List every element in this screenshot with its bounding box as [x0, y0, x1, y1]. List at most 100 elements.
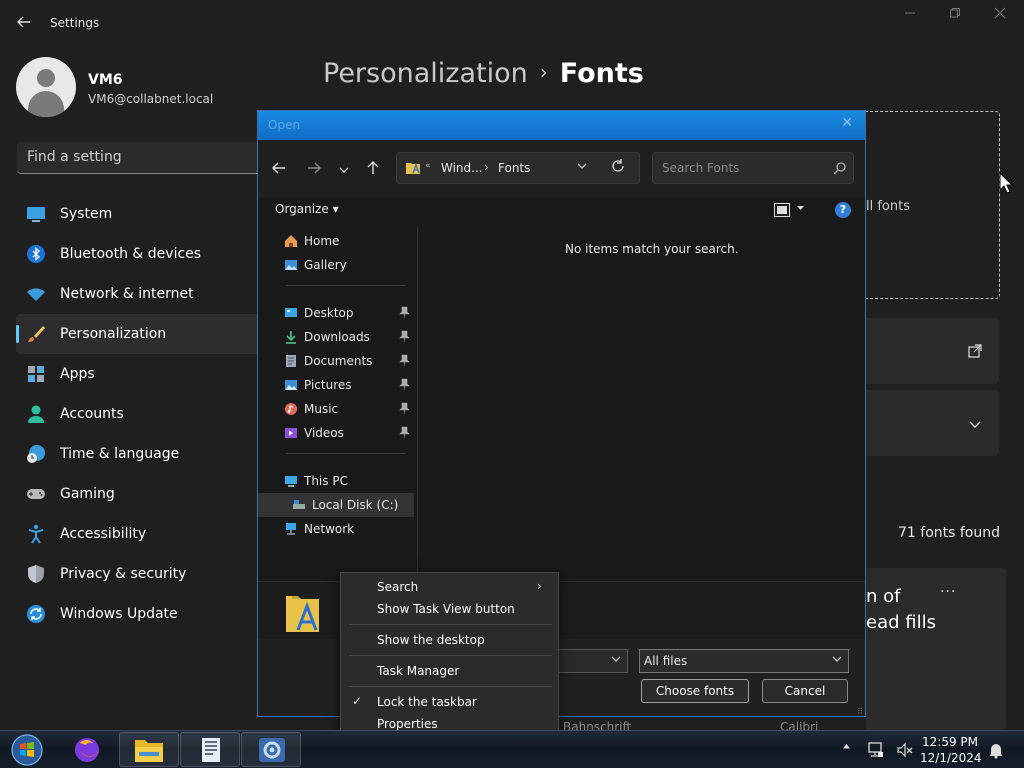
menu-item-show-task-view[interactable]: Show Task View button [341, 598, 558, 620]
external-link-icon [968, 344, 982, 358]
sidebar-item-accounts[interactable]: Accounts [16, 394, 266, 434]
refresh-button[interactable] [611, 159, 625, 177]
refresh-icon [612, 159, 624, 172]
sidebar-item-system[interactable]: System [16, 194, 266, 234]
volume-muted-icon[interactable] [896, 741, 914, 759]
address-segment-windows[interactable]: Wind... [441, 161, 483, 175]
address-dropdown[interactable] [577, 161, 587, 174]
restore-button[interactable] [935, 6, 975, 26]
menu-item-lock-taskbar[interactable]: ✓ Lock the taskbar [341, 691, 558, 713]
address-separator[interactable]: › [484, 160, 489, 174]
tree-item-this-pc[interactable]: This PC [258, 469, 414, 493]
tree-item-label: Documents [304, 354, 373, 368]
local-disk-icon [293, 500, 305, 509]
start-button-icon[interactable] [8, 732, 46, 768]
breadcrumb-parent[interactable]: Personalization [323, 58, 528, 89]
pictures-icon [285, 380, 297, 390]
pin-icon[interactable] [399, 306, 410, 318]
pin-icon[interactable] [399, 378, 410, 390]
mouse-cursor-icon [999, 172, 1013, 194]
taskbar-clock[interactable]: 12:59 PM 12/1/2024 [920, 734, 982, 766]
recent-locations-button[interactable] [334, 160, 354, 180]
close-button[interactable] [980, 6, 1020, 26]
search-input[interactable]: Find a setting [17, 142, 277, 174]
sidebar-item-accessibility[interactable]: Accessibility [16, 514, 266, 554]
dialog-search-input[interactable]: Search Fonts [652, 152, 854, 184]
filename-dropdown[interactable] [611, 654, 621, 667]
view-mode-icon[interactable] [774, 203, 790, 217]
choose-fonts-button[interactable]: Choose fonts [641, 679, 749, 703]
tree-item-downloads[interactable]: Downloads [258, 325, 414, 349]
documents-icon [286, 355, 296, 367]
sidebar-item-windows-update[interactable]: Windows Update [16, 594, 266, 634]
file-type-dropdown[interactable] [832, 654, 842, 667]
file-list-pane[interactable]: No items match your search. [419, 227, 865, 581]
breadcrumb-separator: › [539, 60, 548, 84]
tree-item-home[interactable]: Home [258, 229, 414, 253]
tree-item-music[interactable]: Music [258, 397, 414, 421]
network-tray-icon[interactable] [866, 741, 884, 759]
sidebar-item-time-language[interactable]: Time & language [16, 434, 266, 474]
menu-item-label: Lock the taskbar [377, 695, 477, 709]
avatar[interactable] [16, 57, 76, 117]
taskbar-firefox[interactable] [60, 732, 120, 767]
tree-item-desktop[interactable]: Desktop [258, 301, 414, 325]
pin-icon[interactable] [399, 354, 410, 366]
pin-icon[interactable] [399, 426, 410, 438]
address-segment-fonts[interactable]: Fonts [498, 161, 530, 175]
nav-forward-button[interactable] [304, 160, 324, 180]
dialog-close-button[interactable]: ✕ [841, 115, 853, 131]
sidebar-item-label: Bluetooth & devices [60, 246, 202, 262]
sidebar-item-privacy-security[interactable]: Privacy & security [16, 554, 266, 594]
close-icon [994, 7, 1006, 19]
breadcrumb: Personalization › Fonts [323, 58, 644, 89]
organize-button[interactable]: Organize ▾ [275, 202, 339, 216]
fonts-folder-icon [286, 596, 319, 632]
tree-divider [286, 453, 406, 454]
nav-back-button[interactable] [269, 160, 289, 180]
address-bar[interactable]: « Wind... › Fonts [396, 152, 640, 184]
back-button[interactable] [14, 14, 34, 34]
sidebar-item-gaming[interactable]: Gaming [16, 474, 266, 514]
more-options-icon[interactable]: ··· [940, 584, 956, 600]
help-icon[interactable]: ? [835, 202, 851, 218]
tree-item-pictures[interactable]: Pictures [258, 373, 414, 397]
filename-input[interactable] [554, 649, 628, 673]
cancel-button[interactable]: Cancel [762, 679, 848, 703]
tree-item-gallery[interactable]: Gallery [258, 253, 414, 277]
font-preview-line: ead fills [866, 612, 936, 633]
taskbar-file-explorer[interactable] [119, 732, 179, 767]
file-type-select[interactable]: All files [639, 649, 849, 673]
address-overflow[interactable]: « [425, 161, 431, 171]
sidebar-item-personalization[interactable]: Personalization [16, 314, 266, 354]
notification-bell-icon[interactable] [987, 741, 1005, 759]
update-icon [27, 605, 45, 623]
user-name: VM6 [88, 72, 123, 88]
tree-item-videos[interactable]: Videos [258, 421, 414, 445]
view-dropdown[interactable] [796, 203, 805, 215]
minimize-button[interactable] [890, 6, 930, 26]
taskbar-settings[interactable] [241, 732, 301, 767]
menu-item-label: Show Task View button [377, 602, 515, 616]
show-hidden-icons-button[interactable] [842, 742, 851, 754]
menu-item-search[interactable]: Search › [341, 576, 558, 598]
resize-grip-icon[interactable]: ⠿ [857, 707, 863, 716]
pin-icon[interactable] [399, 330, 410, 342]
tree-item-local-disk[interactable]: Local Disk (C:) [258, 493, 414, 517]
system-icon [27, 207, 45, 222]
drop-zone-text: ll fonts [866, 199, 910, 214]
nav-up-button[interactable] [363, 160, 383, 180]
taskbar-document-app[interactable] [180, 732, 240, 767]
clock-date: 12/1/2024 [920, 751, 982, 765]
dialog-command-bar: Organize ▾ ? [258, 198, 865, 224]
menu-item-task-manager[interactable]: Task Manager [341, 660, 558, 682]
menu-item-show-desktop[interactable]: Show the desktop [341, 629, 558, 651]
sidebar-item-apps[interactable]: Apps [16, 354, 266, 394]
pin-icon[interactable] [399, 402, 410, 414]
tree-item-network[interactable]: Network [258, 517, 414, 541]
sidebar-item-label: Windows Update [60, 606, 178, 622]
sidebar-item-bluetooth[interactable]: Bluetooth & devices [16, 234, 266, 274]
desktop-icon [285, 308, 297, 317]
tree-item-documents[interactable]: Documents [258, 349, 414, 373]
sidebar-item-network[interactable]: Network & internet [16, 274, 266, 314]
